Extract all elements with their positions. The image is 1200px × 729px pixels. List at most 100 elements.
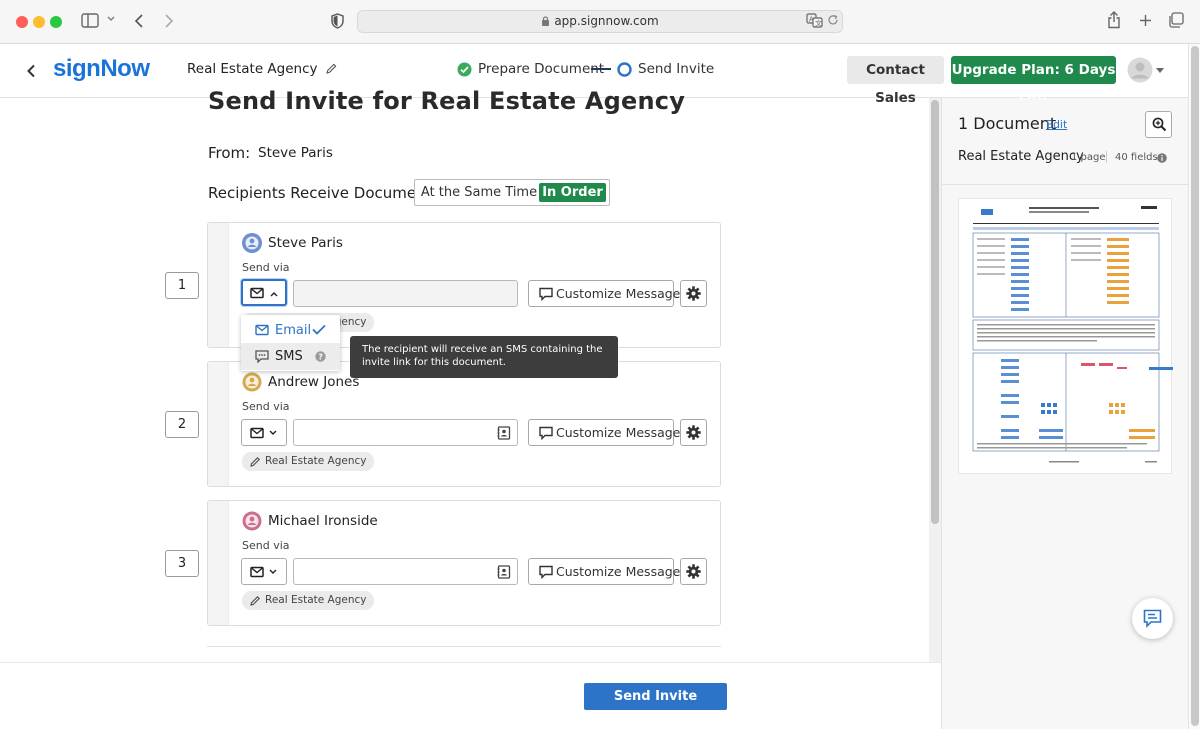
scrollbar-thumb[interactable]	[931, 100, 939, 524]
envelope-icon	[250, 566, 264, 578]
separator	[1106, 151, 1107, 163]
card-stripe	[208, 362, 229, 486]
contacts-book-icon[interactable]	[497, 426, 511, 440]
minimize-window-button[interactable]	[33, 16, 45, 28]
document-thumbnail[interactable]	[958, 198, 1173, 474]
chevron-up-icon	[270, 291, 278, 297]
main-scrollbar[interactable]	[929, 98, 941, 662]
recipient-order-input[interactable]: 1	[165, 272, 199, 299]
envelope-icon	[250, 287, 264, 299]
panel-doc-name[interactable]: Real Estate Agency	[958, 149, 1084, 164]
send-via-label: Send via	[242, 400, 290, 413]
recipient-order-input[interactable]: 3	[165, 550, 199, 577]
back-arrow-icon[interactable]	[26, 64, 36, 78]
message-icon	[539, 287, 553, 301]
option-same-time[interactable]: At the Same Time	[419, 183, 539, 202]
contacts-book-icon[interactable]	[497, 565, 511, 579]
avatar[interactable]	[1127, 57, 1153, 83]
settings-button[interactable]	[680, 558, 707, 585]
from-name: Steve Paris	[258, 145, 333, 161]
recipient-name: Andrew Jones	[268, 374, 360, 390]
chevron-down-icon	[269, 430, 277, 436]
contact-sales-button[interactable]: Contact Sales	[847, 56, 944, 106]
pencil-icon[interactable]	[326, 63, 337, 74]
tabs-overview-icon[interactable]	[1168, 12, 1184, 28]
document-name-text: Real Estate Agency	[187, 61, 318, 77]
edit-link[interactable]: Edit	[1046, 118, 1067, 131]
send-via-dropdown[interactable]	[241, 279, 287, 306]
send-via-dropdown[interactable]	[241, 558, 287, 585]
reload-icon[interactable]	[827, 14, 839, 26]
recipient-avatar-icon	[242, 372, 262, 392]
sms-tooltip: The recipient will receive an SMS contai…	[350, 336, 618, 378]
avatar-caret-icon[interactable]	[1156, 68, 1164, 73]
upgrade-plan-button[interactable]: Upgrade Plan: 6 Days Left	[951, 56, 1116, 106]
settings-button[interactable]	[680, 280, 707, 307]
email-field[interactable]	[293, 419, 518, 446]
step-send-invite[interactable]: Send Invite	[638, 61, 714, 77]
gear-icon	[686, 564, 701, 579]
chevron-down-icon[interactable]	[107, 15, 115, 23]
signnow-logo[interactable]: signNow	[53, 55, 150, 83]
lock-icon	[541, 16, 550, 26]
forward-icon[interactable]	[164, 13, 174, 29]
customize-message-button[interactable]: Customize Message	[528, 558, 680, 585]
card-stripe	[208, 223, 229, 347]
envelope-icon	[250, 427, 264, 439]
close-window-button[interactable]	[16, 16, 28, 28]
role-tag-text: Real Estate Agency	[265, 455, 367, 467]
chevron-down-icon	[269, 569, 277, 575]
menu-item-sms[interactable]: SMS ?	[241, 343, 340, 370]
assistant-button[interactable]	[1132, 598, 1173, 639]
menu-item-email-label: Email	[275, 323, 312, 338]
svg-text:文: 文	[815, 19, 822, 28]
recipient-avatar-icon	[242, 511, 262, 531]
email-field[interactable]	[293, 280, 518, 307]
translate-icon[interactable]: A文	[806, 13, 823, 28]
shield-icon[interactable]	[331, 13, 344, 29]
page-count: 1 page	[1071, 152, 1106, 163]
back-icon[interactable]	[134, 13, 144, 29]
receive-order-toggle: At the Same Time In Order	[414, 179, 610, 206]
new-tab-icon[interactable]	[1139, 14, 1152, 27]
send-via-label: Send via	[242, 261, 290, 274]
document-count: 1 Document	[958, 114, 1057, 133]
message-icon	[539, 565, 553, 579]
menu-item-sms-label: SMS	[275, 349, 303, 364]
settings-button[interactable]	[680, 419, 707, 446]
customize-message-label: Customize Message	[556, 425, 681, 440]
page-scrollbar[interactable]	[1188, 44, 1200, 729]
share-icon[interactable]	[1107, 11, 1121, 29]
svg-text:?: ?	[318, 353, 323, 362]
divider	[207, 646, 721, 647]
footer-bar	[0, 662, 941, 729]
recipients-label: Recipients Receive Documents	[208, 184, 440, 202]
current-step-icon	[617, 62, 632, 77]
url-text: app.signnow.com	[554, 14, 659, 28]
info-icon[interactable]	[1157, 153, 1167, 163]
send-via-dropdown[interactable]	[241, 419, 287, 446]
scrollbar-thumb[interactable]	[1191, 46, 1199, 726]
thumbnail-preview	[972, 206, 1173, 463]
gear-icon	[686, 286, 701, 301]
customize-message-button[interactable]: Customize Message	[528, 280, 680, 307]
customize-message-button[interactable]: Customize Message	[528, 419, 680, 446]
zoom-button[interactable]	[1145, 111, 1172, 138]
maximize-window-button[interactable]	[50, 16, 62, 28]
send-via-label: Send via	[242, 539, 290, 552]
sidebar-toggle-icon[interactable]	[81, 13, 99, 28]
help-icon[interactable]: ?	[315, 351, 326, 362]
check-circle-icon	[457, 62, 472, 77]
address-bar[interactable]: app.signnow.com	[357, 10, 843, 33]
email-field[interactable]	[293, 558, 518, 585]
document-name[interactable]: Real Estate Agency	[187, 61, 337, 77]
field-count: 40 fields	[1115, 152, 1158, 163]
option-in-order[interactable]: In Order	[539, 183, 606, 202]
send-invite-button[interactable]: Send Invite	[584, 683, 727, 710]
recipient-order-input[interactable]: 2	[165, 411, 199, 438]
step-prepare-document[interactable]: Prepare Document	[478, 61, 604, 77]
customize-message-label: Customize Message	[556, 286, 681, 301]
role-tag: Real Estate Agency	[242, 452, 374, 471]
chat-assistant-icon	[1143, 609, 1162, 628]
menu-item-email[interactable]: Email	[241, 316, 340, 343]
